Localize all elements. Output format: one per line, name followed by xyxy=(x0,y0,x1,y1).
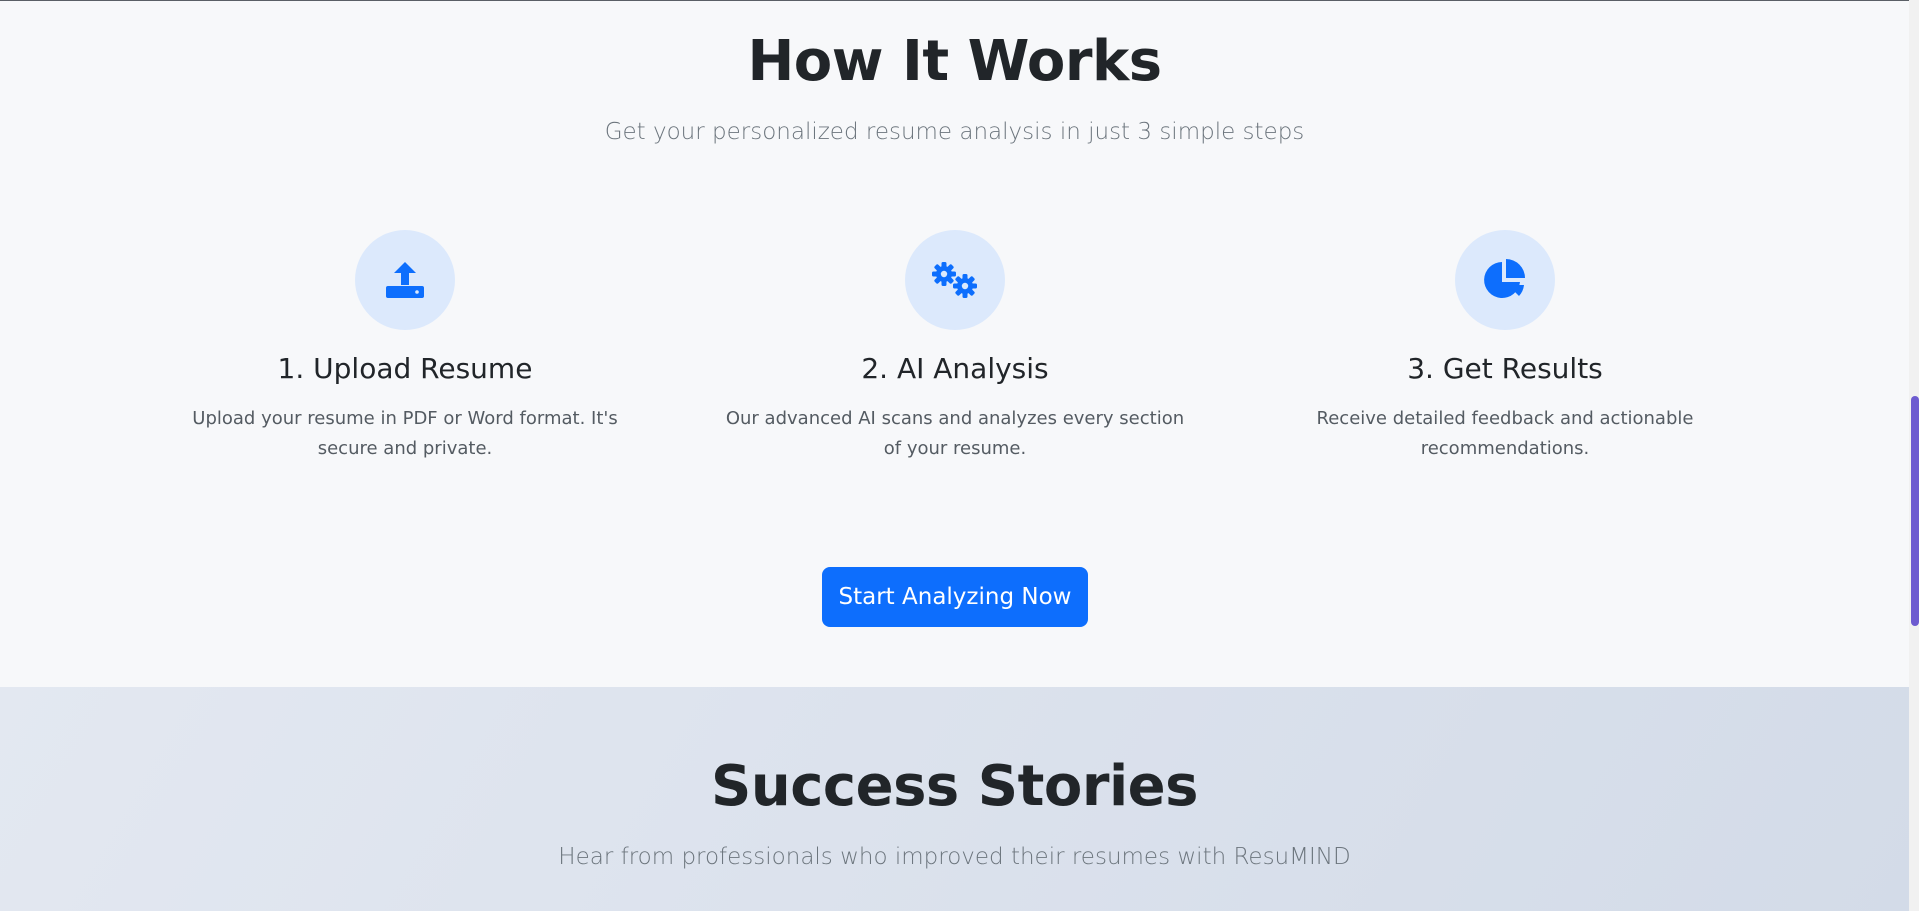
pie-chart-icon xyxy=(1484,259,1525,298)
step-icon-circle xyxy=(355,230,455,330)
step-description: Our advanced AI scans and analyzes every… xyxy=(725,407,1185,459)
step-title: 3. Get Results xyxy=(1407,352,1603,385)
step-upload: 1. Upload Resume Upload your resume in P… xyxy=(145,230,665,464)
step-icon-circle xyxy=(1455,230,1555,330)
how-it-works-section: How It Works Get your personalized resum… xyxy=(0,1,1909,687)
step-results: 3. Get Results Receive detailed feedback… xyxy=(1245,230,1765,464)
gears-icon xyxy=(932,262,977,298)
step-icon-circle xyxy=(905,230,1005,330)
success-stories-section: Success Stories Hear from professionals … xyxy=(0,687,1909,911)
how-it-works-subtitle: Get your personalized resume analysis in… xyxy=(604,119,1305,145)
scrollbar-thumb[interactable] xyxy=(1911,396,1919,626)
how-it-works-title: How It Works xyxy=(747,29,1162,94)
step-description: Upload your resume in PDF or Word format… xyxy=(192,407,618,459)
upload-icon xyxy=(386,262,424,298)
step-description: Receive detailed feedback and actionable… xyxy=(1316,407,1694,459)
step-title: 2. AI Analysis xyxy=(861,352,1049,385)
page: How It Works Get your personalized resum… xyxy=(0,0,1919,911)
success-stories-subtitle: Hear from professionals who improved the… xyxy=(558,844,1351,870)
start-analyzing-button[interactable]: Start Analyzing Now xyxy=(822,567,1088,627)
success-stories-title: Success Stories xyxy=(711,754,1198,819)
page-content: How It Works Get your personalized resum… xyxy=(0,0,1909,911)
step-title: 1. Upload Resume xyxy=(277,352,533,385)
step-ai-analysis: 2. AI Analysis Our advanced AI scans and… xyxy=(695,230,1215,464)
page-scrollbar[interactable] xyxy=(1909,0,1919,911)
